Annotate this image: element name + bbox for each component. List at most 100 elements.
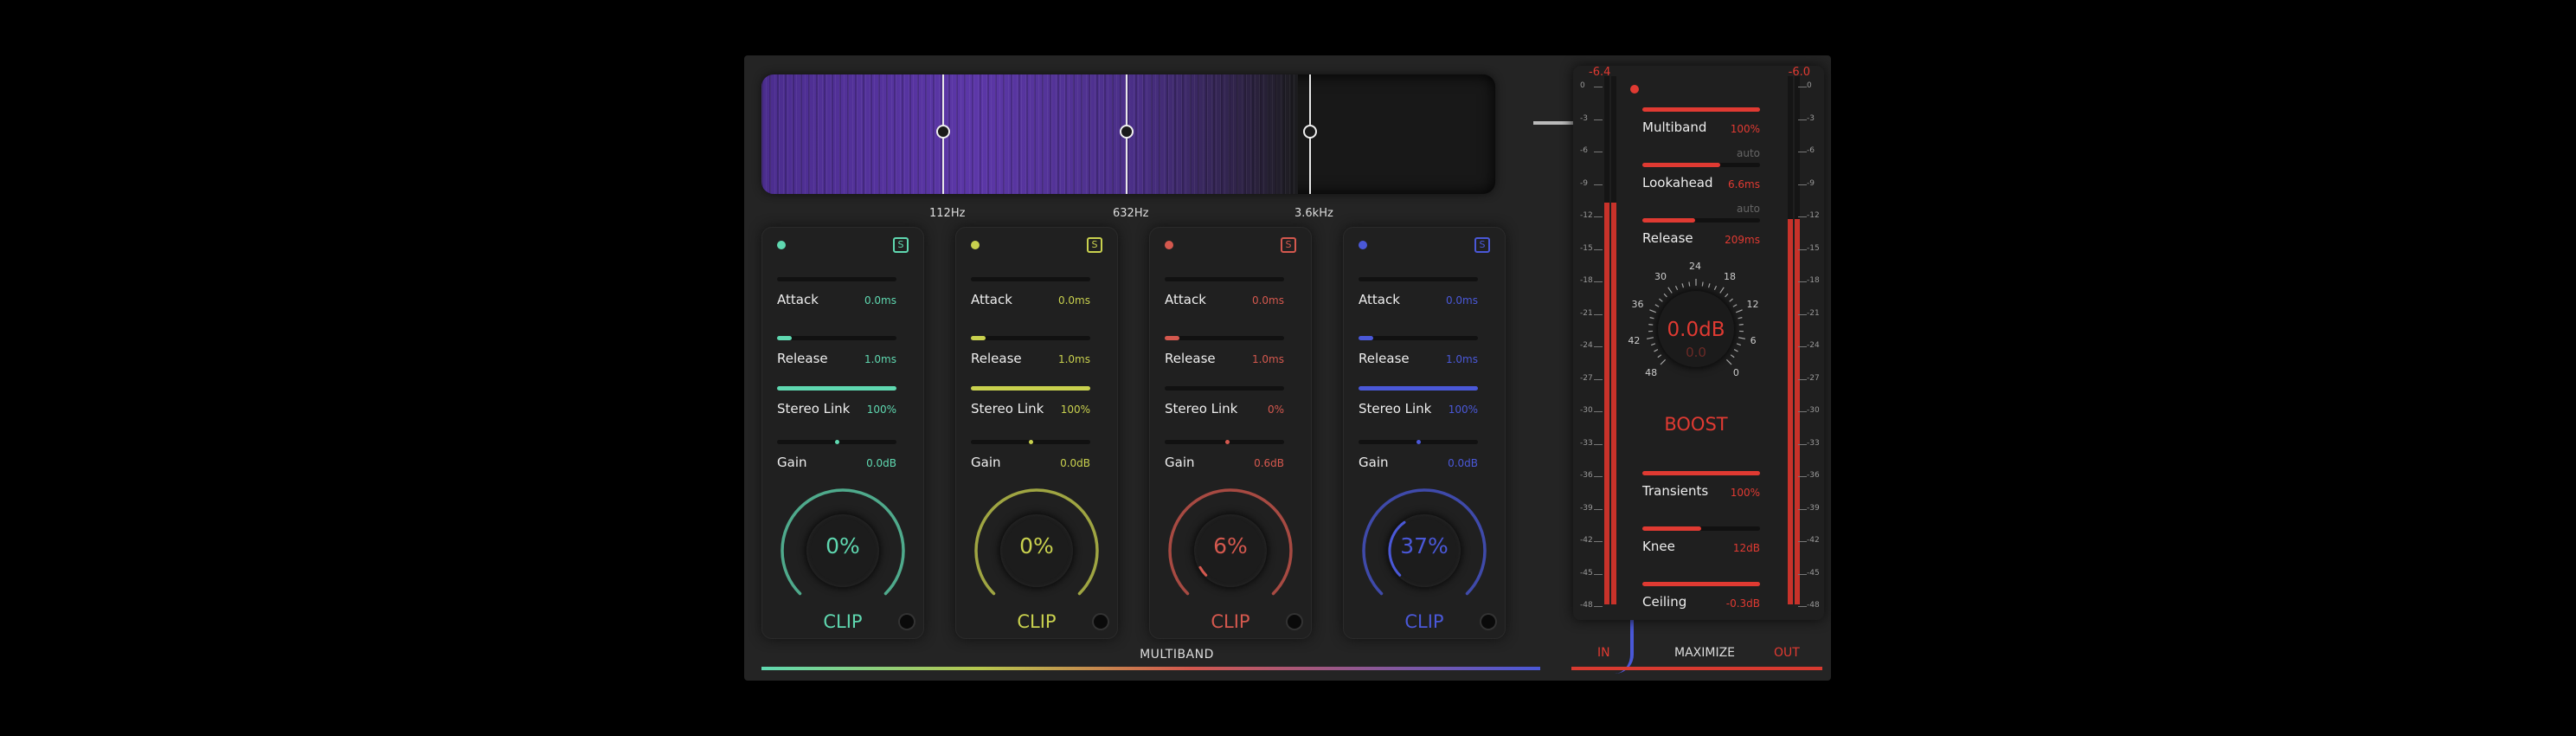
meter-tick-label: -21 [1807,308,1820,318]
crossover-handle-2[interactable] [1120,125,1134,139]
band-release-value: 1.0ms [1445,353,1478,365]
band-clip-knob[interactable]: 6% [1165,485,1296,617]
band-enable-dot[interactable] [777,241,786,249]
boost-tick-mark [1674,286,1679,291]
band-enable-dot[interactable] [1165,241,1173,249]
ceiling-slider[interactable]: Ceiling -0.3dB [1642,582,1760,620]
band-stereo-slider[interactable]: Stereo Link 100% [971,386,1090,421]
band-stereo-value: 100% [1060,404,1090,416]
band-gain-value: 0.0dB [1448,457,1478,469]
band-gain-slider[interactable]: Gain 0.0dB [971,440,1090,475]
boost-label: BOOST [1664,414,1728,435]
band-solo-button[interactable]: S [1474,237,1490,253]
transients-slider[interactable]: Transients 100% [1642,471,1760,509]
band-release-value: 1.0ms [1057,353,1090,365]
band-gain-slider[interactable]: Gain 0.0dB [777,440,896,475]
band-release-slider[interactable]: Release 1.0ms [971,336,1090,371]
crossover-handle-3[interactable] [1303,125,1317,139]
meter-tick-label: -33 [1580,438,1593,448]
band-enable-dot[interactable] [1359,241,1367,249]
band-release-value: 1.0ms [1251,353,1284,365]
band-stereo-value: 0% [1267,404,1284,416]
multiband-name: Multiband [1642,119,1707,135]
lookahead-auto-toggle[interactable]: auto [1737,147,1760,159]
crossover-label-3: 3.6kHz [1294,207,1333,220]
meter-tick-line [1594,313,1603,315]
band-gain-value: 0.0dB [866,457,896,469]
band-clip-toggle[interactable] [1288,615,1301,629]
band-clip-knob[interactable]: 37% [1359,485,1490,617]
meter-tick-label: -45 [1580,568,1593,578]
meter-tick-label: -45 [1807,568,1820,578]
meter-tick-line [1798,119,1807,120]
band-clip-toggle[interactable] [1094,615,1108,629]
knee-slider[interactable]: Knee 12dB [1642,526,1760,565]
band-stereo-slider[interactable]: Stereo Link 0% [1165,386,1284,421]
meter-tick-label: -18 [1580,276,1593,285]
band-solo-button[interactable]: S [1087,237,1102,253]
meter-tick-label: -39 [1580,503,1593,513]
band-clip-toggle[interactable] [900,615,914,629]
boost-tick-mark [1681,283,1685,288]
band-gain-value: 0.6dB [1254,457,1284,469]
meter-tick-label: -36 [1580,471,1593,480]
band-attack-slider[interactable]: Attack 0.0ms [1359,277,1478,312]
band-release-name: Release [1359,351,1410,366]
band-attack-slider[interactable]: Attack 0.0ms [777,277,896,312]
in-meter-right [1611,76,1616,604]
crossover-handle-1[interactable] [936,125,950,139]
band-stereo-name: Stereo Link [1359,401,1432,416]
meter-tick-label: -27 [1807,373,1820,383]
band-clip-value: 37% [1400,533,1449,558]
release-slider[interactable]: auto Release 209ms [1642,203,1760,256]
maximize-power-dot[interactable] [1630,85,1639,94]
band-gain-slider[interactable]: Gain 0.6dB [1165,440,1284,475]
band-stereo-slider[interactable]: Stereo Link 100% [777,386,896,421]
band-release-slider[interactable]: Release 1.0ms [1165,336,1284,371]
band-clip-knob[interactable]: 0% [777,485,909,617]
band-clip-value: 6% [1213,533,1248,558]
boost-tick-label: 0 [1732,366,1739,378]
meter-tick-line [1798,508,1807,510]
band-clip-toggle[interactable] [1481,615,1495,629]
band-solo-button[interactable]: S [1281,237,1296,253]
maximize-line [1571,667,1822,670]
boost-tick-mark [1725,293,1729,298]
band-attack-slider[interactable]: Attack 0.0ms [971,277,1090,312]
in-label[interactable]: IN [1597,646,1610,660]
boost-tick-mark [1663,293,1667,298]
band-attack-slider[interactable]: Attack 0.0ms [1165,277,1284,312]
band-stereo-slider[interactable]: Stereo Link 100% [1359,386,1478,421]
band-solo-button[interactable]: S [893,237,909,253]
band-release-slider[interactable]: Release 1.0ms [1359,336,1478,371]
lookahead-value: 6.6ms [1727,178,1760,190]
band-enable-dot[interactable] [971,241,980,249]
boost-tick-mark [1654,304,1660,307]
meter-tick-line [1594,216,1603,217]
lookahead-slider[interactable]: auto Lookahead 6.6ms [1642,147,1760,201]
band-clip-knob[interactable]: 0% [971,485,1102,617]
meter-tick-label: 0 [1807,81,1812,90]
release-auto-toggle[interactable]: auto [1737,203,1760,215]
multiband-slider[interactable]: Multiband 100% [1642,107,1760,145]
meter-tick-line [1594,508,1603,510]
meter-tick-line [1594,476,1603,477]
meter-tick-label: -27 [1580,373,1593,383]
band-release-slider[interactable]: Release 1.0ms [777,336,896,371]
meter-tick-label: -15 [1580,243,1593,253]
boost-tick-mark [1713,286,1718,291]
band-gain-slider[interactable]: Gain 0.0dB [1359,440,1478,475]
knee-name: Knee [1642,539,1675,554]
meter-tick-line [1594,184,1603,185]
boost-tick-mark [1729,298,1733,302]
knee-value: 12dB [1732,542,1760,554]
meter-tick-label: -36 [1807,471,1820,480]
out-label[interactable]: OUT [1774,646,1800,660]
boost-knob[interactable]: 0.0dB 0.0 48 42 36 30 24 18 12 6 0 [1622,255,1770,404]
meter-tick-label: -12 [1807,211,1820,220]
transients-value: 100% [1730,487,1760,499]
multiband-line [761,667,1540,670]
boost-tick-mark [1660,358,1667,365]
boost-tick-mark [1667,287,1673,294]
meter-tick-label: -48 [1807,601,1820,610]
